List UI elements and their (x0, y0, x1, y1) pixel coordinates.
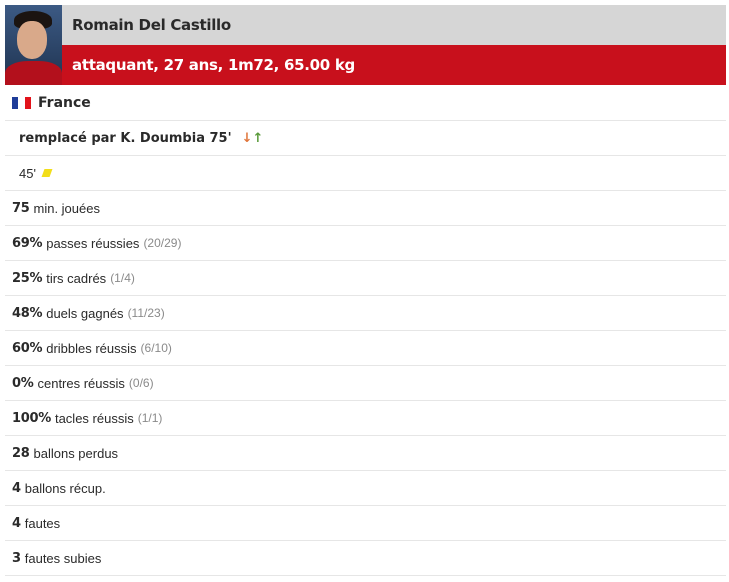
stat-row: 28 ballons perdus (5, 436, 726, 471)
stat-label: ballons perdus (33, 445, 119, 461)
avatar-shirt (5, 61, 62, 85)
stat-value: 60% (12, 340, 43, 356)
stat-value: 100% (12, 410, 51, 426)
stat-row: 4 fautes (5, 506, 726, 541)
stat-value: 25% (12, 270, 43, 286)
nationality-label: France (38, 94, 91, 111)
stat-row: 75 min. jouées (5, 191, 726, 226)
stat-value: 3 (12, 550, 21, 566)
nationality-row: France (5, 85, 726, 121)
stat-detail: (11/23) (127, 306, 165, 320)
stat-detail: (1/4) (110, 271, 135, 285)
stat-detail: (6/10) (140, 341, 172, 355)
stat-label: ballons récup. (24, 480, 106, 496)
substitution-arrows-icon: ↓↑ (242, 131, 264, 146)
player-avatar (5, 5, 62, 85)
player-name-bar: Romain Del Castillo (62, 5, 726, 45)
stat-value: 4 (12, 480, 21, 496)
stat-row: 48% duels gagnés (11/23) (5, 296, 726, 331)
stat-value: 75 (12, 200, 30, 216)
arrow-down-icon: ↓ (241, 130, 253, 146)
stat-value: 48% (12, 305, 43, 321)
player-header: Romain Del Castillo attaquant, 27 ans, 1… (5, 5, 726, 85)
stat-value: 0% (12, 375, 34, 391)
avatar-face (17, 21, 47, 59)
stat-value: 69% (12, 235, 43, 251)
stat-label: min. jouées (33, 200, 100, 216)
stat-label: tirs cadrés (46, 270, 107, 286)
stat-row: 4 ballons récup. (5, 471, 726, 506)
booking-row: 45' (5, 156, 726, 191)
stat-label: passes réussies (46, 235, 140, 251)
stat-label: fautes subies (24, 550, 102, 566)
stat-row: 60% dribbles réussis (6/10) (5, 331, 726, 366)
player-card: Romain Del Castillo attaquant, 27 ans, 1… (5, 5, 726, 582)
france-flag-icon (12, 96, 31, 109)
player-name[interactable]: Romain Del Castillo (72, 16, 231, 34)
arrow-up-icon: ↑ (252, 130, 264, 146)
stat-label: duels gagnés (46, 305, 124, 321)
player-info: attaquant, 27 ans, 1m72, 65.00 kg (72, 56, 355, 74)
booking-minute: 45' (19, 165, 36, 181)
stat-row: 0% centres réussis (0/6) (5, 366, 726, 401)
substitution-row: remplacé par K. Doumbia 75' ↓↑ (5, 121, 726, 156)
stat-row: 100% tacles réussis (1/1) (5, 401, 726, 436)
stat-row: 25% tirs cadrés (1/4) (5, 261, 726, 296)
stat-row: 69% passes réussies (20/29) (5, 226, 726, 261)
stat-value: 28 (12, 445, 30, 461)
stat-row: 3 fautes subies (5, 541, 726, 576)
player-info-bar: attaquant, 27 ans, 1m72, 65.00 kg (62, 45, 726, 85)
stat-detail: (1/1) (137, 411, 163, 425)
stat-detail: (0/6) (128, 376, 154, 390)
stat-value: 4 (12, 515, 21, 531)
stat-label: dribbles réussis (46, 340, 137, 356)
stat-label: fautes (24, 515, 61, 531)
substitution-text: remplacé par K. Doumbia 75' (19, 130, 232, 146)
yellow-card-icon (41, 169, 53, 177)
stat-detail: (20/29) (143, 236, 182, 250)
stats-list: 75 min. jouées 69% passes réussies (20/29) 25… (5, 191, 726, 576)
stat-label: centres réussis (37, 375, 125, 391)
stat-label: tacles réussis (54, 410, 134, 426)
